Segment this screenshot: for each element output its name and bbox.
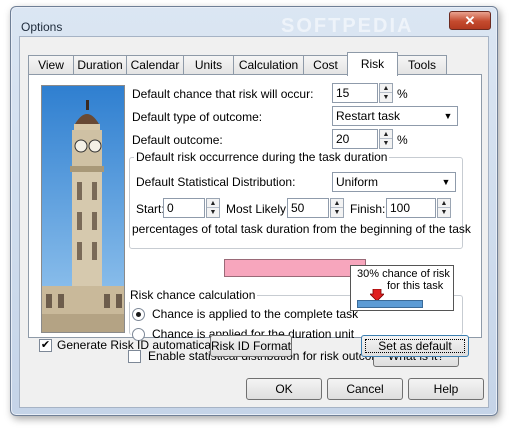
chance-value: 15 <box>336 86 350 100</box>
tab-calendar[interactable]: Calendar <box>126 55 184 75</box>
chance-unit: % <box>397 87 408 101</box>
check-icon: ✔ <box>40 339 51 351</box>
generate-id-checkbox[interactable]: ✔ <box>39 339 52 352</box>
clock-tower-image <box>41 85 125 333</box>
tab-label: View <box>38 58 64 72</box>
tab-tools[interactable]: Tools <box>397 55 447 75</box>
focus-rect <box>365 339 465 353</box>
tab-label: Risk <box>360 57 385 71</box>
help-label: Help <box>433 382 459 396</box>
spin-up-icon[interactable]: ▲ <box>438 199 450 208</box>
spin-up-icon[interactable]: ▲ <box>380 130 392 139</box>
close-icon: ✕ <box>464 13 476 28</box>
outcome-input[interactable]: 20 <box>332 129 378 149</box>
spin-down-icon[interactable]: ▼ <box>331 208 343 217</box>
set-as-default-button[interactable]: Set as default <box>361 335 469 357</box>
dropdown-icon: ▼ <box>441 177 451 187</box>
cancel-label: Cancel <box>346 382 384 396</box>
tab-units[interactable]: Units <box>183 55 234 75</box>
chance-input[interactable]: 15 <box>332 83 378 103</box>
occurrence-group-label: Default risk occurrence during the task … <box>134 150 390 164</box>
cancel-button[interactable]: Cancel <box>327 378 403 400</box>
chance-label: Default chance that risk will occur: <box>132 87 314 101</box>
finish-spinner[interactable]: ▲ ▼ <box>437 198 451 218</box>
start-value: 0 <box>167 201 174 215</box>
spin-up-icon[interactable]: ▲ <box>331 199 343 208</box>
tab-label: Calendar <box>130 58 180 72</box>
tab-risk[interactable]: Risk <box>347 52 398 76</box>
risk-id-format-label: Risk ID Format <box>211 339 292 353</box>
close-button[interactable]: ✕ <box>449 11 491 30</box>
most-likely-value: 50 <box>291 201 305 215</box>
start-input[interactable]: 0 <box>163 198 205 218</box>
distribution-preview-bar <box>224 259 366 277</box>
chance-indicator: 30% chance of risk for this task <box>350 265 454 311</box>
start-label: Start: <box>136 202 165 216</box>
indicator-line1: 30% chance of risk <box>357 268 450 280</box>
outcome-value: 20 <box>336 132 350 146</box>
help-button[interactable]: Help <box>408 378 484 400</box>
occurrence-group: Default risk occurrence during the task … <box>129 150 471 249</box>
spin-down-icon[interactable]: ▼ <box>380 93 392 102</box>
tab-calculation[interactable]: Calculation <box>233 55 304 75</box>
start-spinner[interactable]: ▲ ▼ <box>206 198 220 218</box>
dropdown-icon: ▼ <box>443 111 453 121</box>
radio-complete-task[interactable] <box>132 308 145 321</box>
finish-value: 100 <box>390 201 411 215</box>
outcome-spinner[interactable]: ▲ ▼ <box>379 129 393 149</box>
chance-spinner[interactable]: ▲ ▼ <box>379 83 393 103</box>
title-bar: Options SOFTPEDIA ✕ <box>11 7 497 37</box>
indicator-line2: for this task <box>387 280 444 292</box>
distribution-label: Default Statistical Distribution: <box>136 175 296 189</box>
spin-up-icon[interactable]: ▲ <box>207 199 219 208</box>
ok-label: OK <box>275 382 293 396</box>
most-likely-input[interactable]: 50 <box>287 198 329 218</box>
generate-id-label: Generate Risk ID automatically <box>57 338 223 352</box>
occurrence-note: percentages of total task duration from … <box>132 222 471 236</box>
outcome-type-select[interactable]: Restart task ▼ <box>332 106 458 126</box>
spin-down-icon[interactable]: ▼ <box>438 208 450 217</box>
tab-label: Calculation <box>238 58 299 72</box>
most-likely-label: Most Likely: <box>226 202 290 216</box>
distribution-select[interactable]: Uniform ▼ <box>332 172 456 192</box>
spin-down-icon[interactable]: ▼ <box>207 208 219 217</box>
window-title: Options <box>21 20 63 34</box>
outcome-type-label: Default type of outcome: <box>132 110 263 124</box>
outcome-unit: % <box>397 133 408 147</box>
risk-id-format-button[interactable]: Risk ID Format <box>210 335 292 357</box>
tab-view[interactable]: View <box>28 55 74 75</box>
tab-label: Tools <box>407 58 436 72</box>
softpedia-watermark: SOFTPEDIA <box>281 15 414 37</box>
finish-input[interactable]: 100 <box>386 198 436 218</box>
spin-down-icon[interactable]: ▼ <box>380 139 392 148</box>
indicator-bar <box>357 300 423 308</box>
radio-complete-task-label: Chance is applied to the complete task <box>152 307 359 321</box>
tab-label: Cost <box>313 58 338 72</box>
chance-calc-group-label: Risk chance calculation <box>128 288 258 302</box>
tab-label: Duration <box>77 58 123 72</box>
tab-cost[interactable]: Cost <box>303 55 348 75</box>
spin-up-icon[interactable]: ▲ <box>380 84 392 93</box>
clock-tower-illustration <box>42 86 124 332</box>
most-likely-spinner[interactable]: ▲ ▼ <box>330 198 344 218</box>
distribution-value: Uniform <box>336 175 379 189</box>
finish-label: Finish: <box>350 202 386 216</box>
outcome-label: Default outcome: <box>132 133 223 147</box>
ok-button[interactable]: OK <box>246 378 322 400</box>
tab-duration[interactable]: Duration <box>73 55 127 75</box>
outcome-type-value: Restart task <box>336 109 401 123</box>
tab-label: Units <box>194 58 223 72</box>
